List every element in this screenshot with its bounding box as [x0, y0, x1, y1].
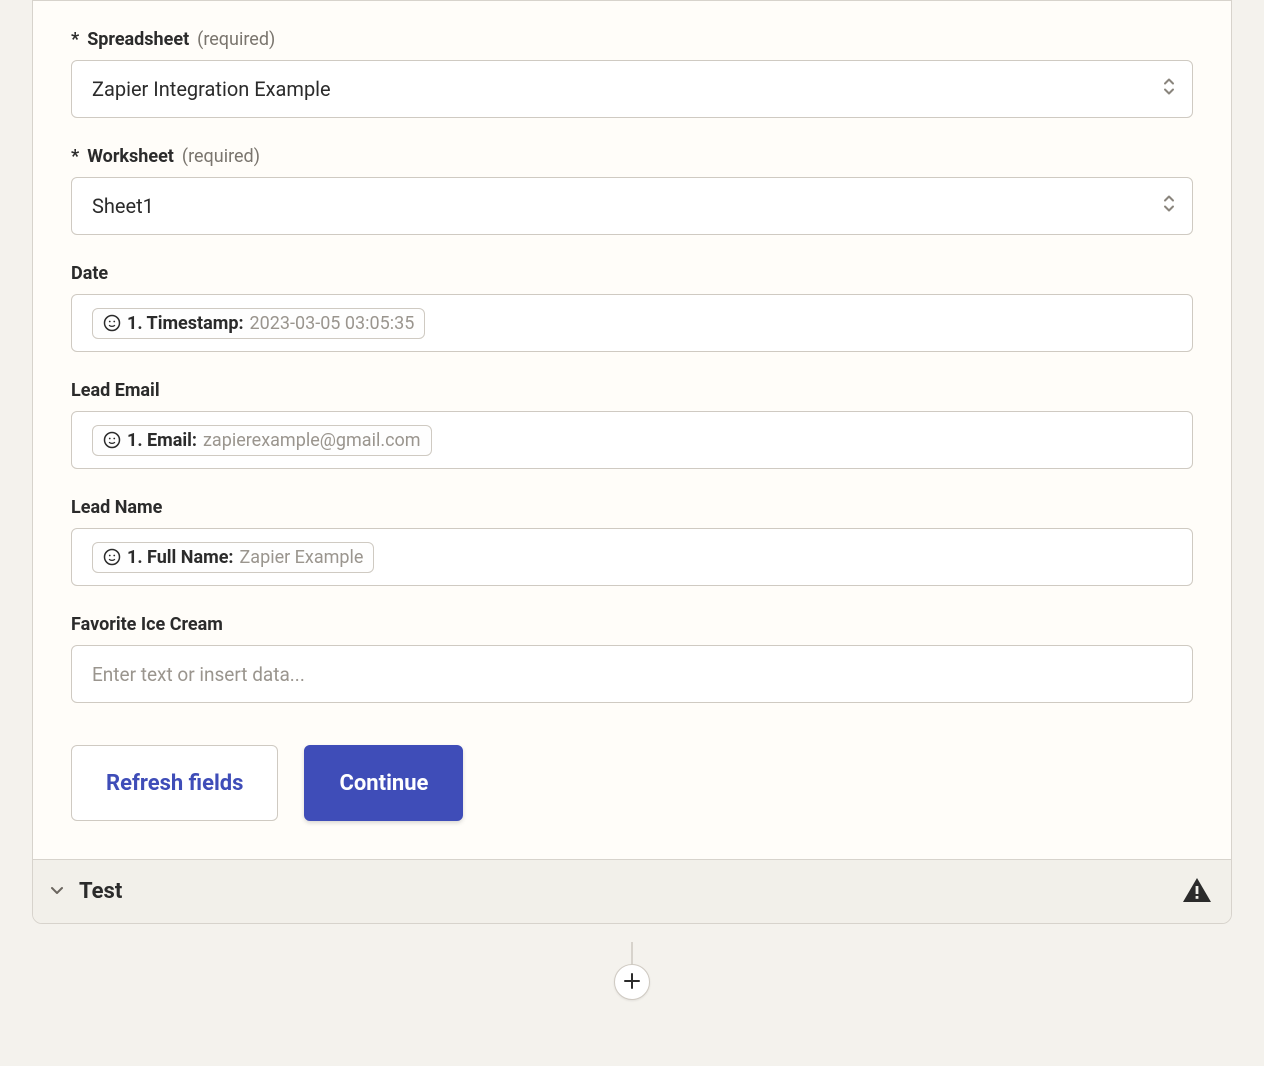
button-row: Refresh fields Continue: [71, 745, 1193, 821]
pill-label: 1. Full Name:: [127, 547, 234, 568]
lead-email-input[interactable]: 1. Email: zapierexample@gmail.com: [71, 411, 1193, 469]
field-lead-email: Lead Email 1. Email: zapierexample@gmail…: [71, 380, 1193, 469]
data-pill[interactable]: 1. Email: zapierexample@gmail.com: [92, 425, 432, 456]
field-label-date: Date: [71, 263, 1193, 284]
input-placeholder: Enter text or insert data...: [92, 663, 305, 686]
required-star: *: [71, 29, 79, 50]
chevron-up-down-icon: [1162, 77, 1176, 102]
button-label: Refresh fields: [106, 771, 243, 796]
date-input[interactable]: 1. Timestamp: 2023-03-05 03:05:35: [71, 294, 1193, 352]
test-title: Test: [79, 879, 122, 904]
select-value: Zapier Integration Example: [92, 77, 331, 101]
plus-icon: [623, 968, 641, 996]
chevron-down-icon: [47, 880, 67, 904]
lead-name-input[interactable]: 1. Full Name: Zapier Example: [71, 528, 1193, 586]
connector-line: [631, 942, 633, 966]
field-date: Date 1. Timestamp: 2023-03-05 03:05:35: [71, 263, 1193, 352]
mailchimp-icon: [103, 314, 121, 332]
add-step-button[interactable]: [614, 964, 650, 1000]
field-label-lead-name: Lead Name: [71, 497, 1193, 518]
favorite-ice-cream-input[interactable]: Enter text or insert data...: [71, 645, 1193, 703]
pill-label: 1. Timestamp:: [127, 313, 244, 334]
test-left: Test: [47, 879, 122, 904]
field-label-worksheet: * Worksheet (required): [71, 146, 1193, 167]
form-section: * Spreadsheet (required) Zapier Integrat…: [33, 29, 1231, 859]
field-lead-name: Lead Name 1. Full Name: Zapier Example: [71, 497, 1193, 586]
worksheet-select[interactable]: Sheet1: [71, 177, 1193, 235]
spreadsheet-select[interactable]: Zapier Integration Example: [71, 60, 1193, 118]
required-star: *: [71, 146, 79, 167]
warning-icon: [1181, 876, 1213, 908]
label-text: Favorite Ice Cream: [71, 614, 223, 635]
mailchimp-icon: [103, 431, 121, 449]
required-text: (required): [197, 29, 275, 50]
field-favorite-ice-cream: Favorite Ice Cream Enter text or insert …: [71, 614, 1193, 703]
pill-value: zapierexample@gmail.com: [203, 430, 421, 451]
field-spreadsheet: * Spreadsheet (required) Zapier Integrat…: [71, 29, 1193, 118]
pill-label: 1. Email:: [127, 430, 197, 451]
label-text: Worksheet: [87, 146, 174, 167]
mailchimp-icon: [103, 548, 121, 566]
step-editor-card: * Spreadsheet (required) Zapier Integrat…: [32, 0, 1232, 924]
field-worksheet: * Worksheet (required) Sheet1: [71, 146, 1193, 235]
refresh-fields-button[interactable]: Refresh fields: [71, 745, 278, 821]
continue-button[interactable]: Continue: [304, 745, 463, 821]
select-value: Sheet1: [92, 194, 154, 218]
required-text: (required): [182, 146, 260, 167]
chevron-up-down-icon: [1162, 194, 1176, 219]
label-text: Lead Email: [71, 380, 160, 401]
data-pill[interactable]: 1. Full Name: Zapier Example: [92, 542, 374, 573]
field-label-favorite-ice-cream: Favorite Ice Cream: [71, 614, 1193, 635]
field-label-spreadsheet: * Spreadsheet (required): [71, 29, 1193, 50]
test-section-header[interactable]: Test: [33, 859, 1231, 923]
label-text: Spreadsheet: [87, 29, 189, 50]
label-text: Lead Name: [71, 497, 162, 518]
label-text: Date: [71, 263, 108, 284]
button-label: Continue: [339, 771, 428, 796]
data-pill[interactable]: 1. Timestamp: 2023-03-05 03:05:35: [92, 308, 425, 339]
field-label-lead-email: Lead Email: [71, 380, 1193, 401]
pill-value: 2023-03-05 03:05:35: [250, 313, 415, 334]
pill-value: Zapier Example: [240, 547, 364, 568]
